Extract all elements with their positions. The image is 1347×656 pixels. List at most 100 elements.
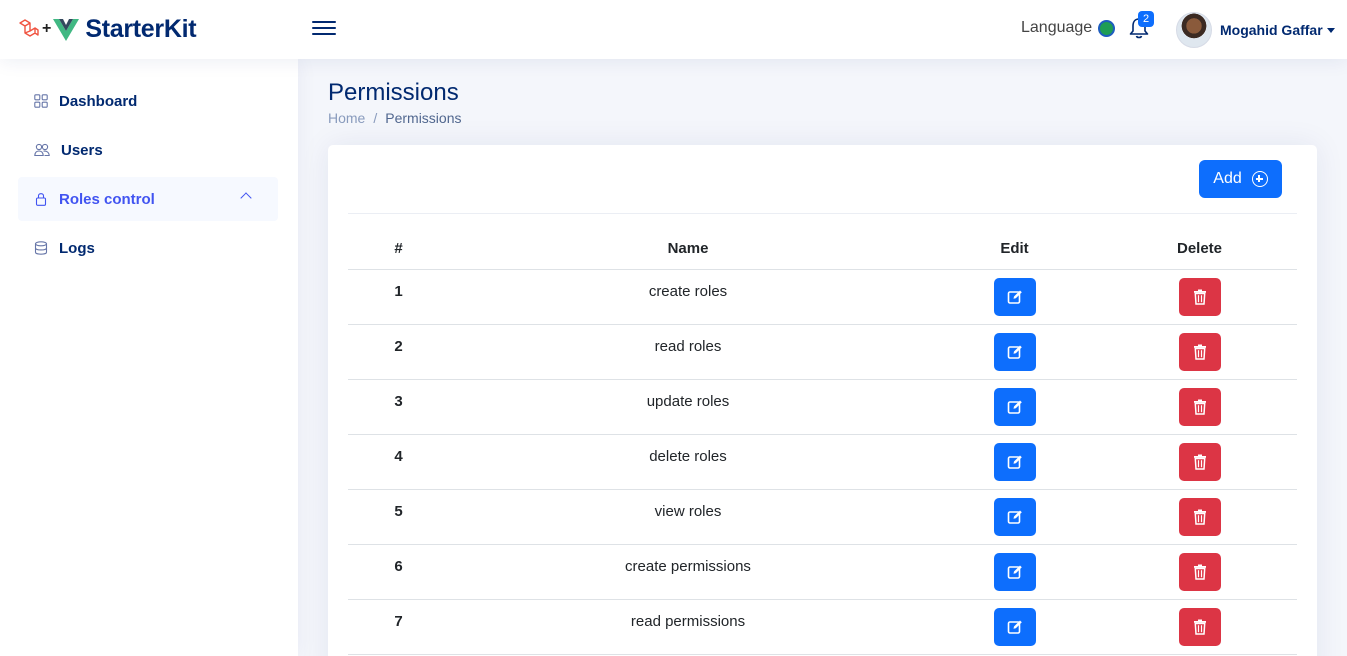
trash-icon <box>1193 344 1206 360</box>
edit-cell <box>927 434 1102 490</box>
top-header: + StarterKit Language 2 Mogahid Gaffar <box>0 0 1347 59</box>
laravel-logo-icon <box>19 19 39 37</box>
delete-button[interactable] <box>1178 332 1221 371</box>
breadcrumb-home[interactable]: Home <box>328 110 365 126</box>
edit-cell <box>927 544 1102 600</box>
table-row: 6 create permissions <box>348 544 1297 600</box>
trash-icon <box>1193 509 1206 525</box>
page-title: Permissions <box>328 79 459 106</box>
profile-name: Mogahid Gaffar <box>1220 22 1323 38</box>
brand-name: StarterKit <box>85 14 197 43</box>
table-header-row: # Name Edit Delete <box>348 229 1297 270</box>
delete-cell <box>1102 379 1297 435</box>
permission-name: create permissions <box>449 544 927 600</box>
profile-menu[interactable]: Mogahid Gaffar <box>1176 12 1335 48</box>
row-number: 2 <box>348 324 449 380</box>
sidebar: Dashboard Users Roles control Logs <box>0 59 298 656</box>
sidebar-item-logs[interactable]: Logs <box>18 226 278 270</box>
plus-circle-icon <box>1251 171 1268 187</box>
delete-button[interactable] <box>1178 607 1221 646</box>
delete-button[interactable] <box>1178 552 1221 591</box>
permission-name: update roles <box>449 379 927 435</box>
edit-icon <box>1007 510 1022 524</box>
delete-cell <box>1102 434 1297 490</box>
edit-cell <box>927 269 1102 325</box>
edit-button[interactable] <box>993 607 1036 646</box>
trash-icon <box>1193 289 1206 305</box>
caret-down-icon <box>1326 27 1335 33</box>
card-divider <box>348 213 1297 214</box>
permission-name: create roles <box>449 269 927 325</box>
sidebar-item-label: Roles control <box>59 190 155 208</box>
delete-button[interactable] <box>1178 442 1221 481</box>
row-number: 1 <box>348 269 449 325</box>
sidebar-item-roles-control[interactable]: Roles control <box>18 177 278 221</box>
delete-cell <box>1102 489 1297 545</box>
edit-button[interactable] <box>993 552 1036 591</box>
edit-cell <box>927 489 1102 545</box>
trash-icon <box>1193 399 1206 415</box>
permission-name: read permissions <box>449 599 927 655</box>
edit-button[interactable] <box>993 332 1036 371</box>
sidebar-item-label: Dashboard <box>59 92 138 110</box>
delete-cell <box>1102 599 1297 655</box>
delete-button[interactable] <box>1178 277 1221 316</box>
edit-button[interactable] <box>993 442 1036 481</box>
delete-cell <box>1102 324 1297 380</box>
edit-icon <box>1007 400 1022 414</box>
globe-icon <box>1098 19 1116 37</box>
edit-cell <box>927 379 1102 435</box>
breadcrumb: Home / Permissions <box>328 110 462 126</box>
vue-logo-icon <box>53 19 80 41</box>
permissions-table: # Name Edit Delete 1 create roles 2 read ro… <box>348 229 1297 655</box>
permission-name: read roles <box>449 324 927 380</box>
column-header-delete: Delete <box>1102 229 1297 270</box>
delete-button[interactable] <box>1178 387 1221 426</box>
trash-icon <box>1193 454 1206 470</box>
column-header-name: Name <box>449 229 927 270</box>
row-number: 7 <box>348 599 449 655</box>
delete-button[interactable] <box>1178 497 1221 536</box>
table-row: 3 update roles <box>348 379 1297 435</box>
language-label: Language <box>1021 19 1093 36</box>
sidebar-item-label: Logs <box>59 239 95 257</box>
sidebar-item-dashboard[interactable]: Dashboard <box>18 79 278 123</box>
column-header-number: # <box>348 229 449 270</box>
trash-icon <box>1193 564 1206 580</box>
permissions-card: Add # Name Edit Delete 1 create roles 2 rea… <box>328 145 1317 656</box>
delete-cell <box>1102 269 1297 325</box>
sidebar-item-users[interactable]: Users <box>18 128 278 172</box>
column-header-edit: Edit <box>927 229 1102 270</box>
notifications-button[interactable]: 2 <box>1128 11 1155 42</box>
grid-icon <box>34 94 48 108</box>
edit-button[interactable] <box>993 497 1036 536</box>
permission-name: delete roles <box>449 434 927 490</box>
row-number: 5 <box>348 489 449 545</box>
people-icon <box>34 143 50 157</box>
edit-button[interactable] <box>993 387 1036 426</box>
table-row: 4 delete roles <box>348 434 1297 490</box>
edit-icon <box>1007 565 1022 579</box>
row-number: 6 <box>348 544 449 600</box>
breadcrumb-current: Permissions <box>385 110 462 126</box>
edit-cell <box>927 599 1102 655</box>
row-number: 3 <box>348 379 449 435</box>
database-icon <box>34 241 48 255</box>
table-row: 5 view roles <box>348 489 1297 545</box>
table-row: 2 read roles <box>348 324 1297 380</box>
edit-icon <box>1007 290 1022 304</box>
delete-cell <box>1102 544 1297 600</box>
table-row: 1 create roles <box>348 269 1297 325</box>
chevron-up-icon <box>240 192 252 204</box>
menu-toggle-icon[interactable] <box>312 17 336 39</box>
language-selector[interactable]: Language <box>1021 19 1116 37</box>
permission-name: view roles <box>449 489 927 545</box>
edit-button[interactable] <box>993 277 1036 316</box>
sidebar-item-label: Users <box>61 141 103 159</box>
avatar <box>1176 12 1212 48</box>
trash-icon <box>1193 619 1206 635</box>
add-button[interactable]: Add <box>1199 160 1282 198</box>
table-row: 7 read permissions <box>348 599 1297 655</box>
add-button-label: Add <box>1213 170 1242 187</box>
logo[interactable]: + StarterKit <box>18 14 197 44</box>
